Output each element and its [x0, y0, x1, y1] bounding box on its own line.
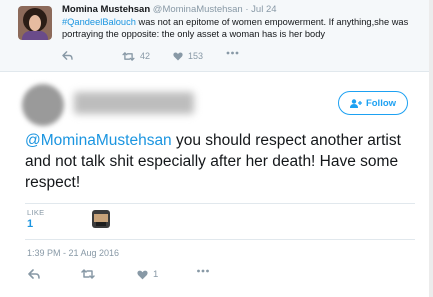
parent-tweet-header: Momina Mustehsan @MominaMustehsan · Jul … — [62, 4, 277, 15]
more-button[interactable] — [226, 51, 239, 55]
author-name[interactable]: Momina Mustehsan — [62, 4, 150, 15]
parent-tweet[interactable]: Momina Mustehsan @MominaMustehsan · Jul … — [0, 0, 433, 72]
more-icon — [226, 51, 239, 55]
heart-icon — [173, 51, 183, 60]
liker-avatar[interactable] — [92, 210, 110, 228]
retweet-icon — [122, 51, 135, 61]
mention-link[interactable]: @MominaMustehsan — [25, 132, 172, 149]
likes-label: LIKE — [27, 208, 45, 217]
avatar[interactable] — [18, 6, 52, 40]
author-handle[interactable]: @MominaMustehsan — [153, 4, 243, 15]
like-button[interactable]: 1 — [137, 269, 158, 280]
separator: · — [245, 4, 249, 15]
like-button[interactable]: 153 — [173, 51, 203, 61]
hashtag-link[interactable]: #QandeelBalouch — [62, 17, 136, 27]
follow-button[interactable]: Follow — [338, 91, 408, 115]
like-count: 153 — [188, 51, 204, 61]
parent-tweet-text: #QandeelBalouch was not an epitome of wo… — [62, 16, 422, 40]
follow-label: Follow — [365, 97, 397, 109]
heart-icon — [137, 270, 148, 279]
tweet-text: @MominaMustehsan you should respect anot… — [25, 130, 420, 193]
retweet-count: 42 — [140, 51, 151, 61]
divider — [25, 239, 415, 240]
reply-button[interactable] — [28, 269, 40, 279]
retweet-button[interactable] — [81, 269, 95, 279]
reply-icon — [62, 51, 73, 60]
divider — [25, 203, 415, 204]
reply-button[interactable] — [62, 51, 73, 60]
retweet-button[interactable]: 42 — [122, 51, 150, 61]
scrollbar[interactable] — [429, 0, 433, 297]
author-name-blurred[interactable] — [74, 92, 194, 114]
tweet-timestamp[interactable]: 1:39 PM - 21 Aug 2016 — [27, 248, 119, 258]
author-avatar-blurred[interactable] — [22, 84, 64, 126]
main-tweet: Follow @MominaMustehsan you should respe… — [0, 72, 433, 297]
tweet-date[interactable]: Jul 24 — [251, 4, 276, 15]
like-count: 1 — [153, 269, 159, 280]
more-icon — [197, 269, 209, 273]
retweet-icon — [81, 269, 95, 279]
reply-icon — [28, 269, 40, 279]
more-button[interactable] — [196, 269, 210, 273]
likes-count[interactable]: 1 — [27, 218, 33, 230]
add-user-icon — [349, 98, 362, 108]
